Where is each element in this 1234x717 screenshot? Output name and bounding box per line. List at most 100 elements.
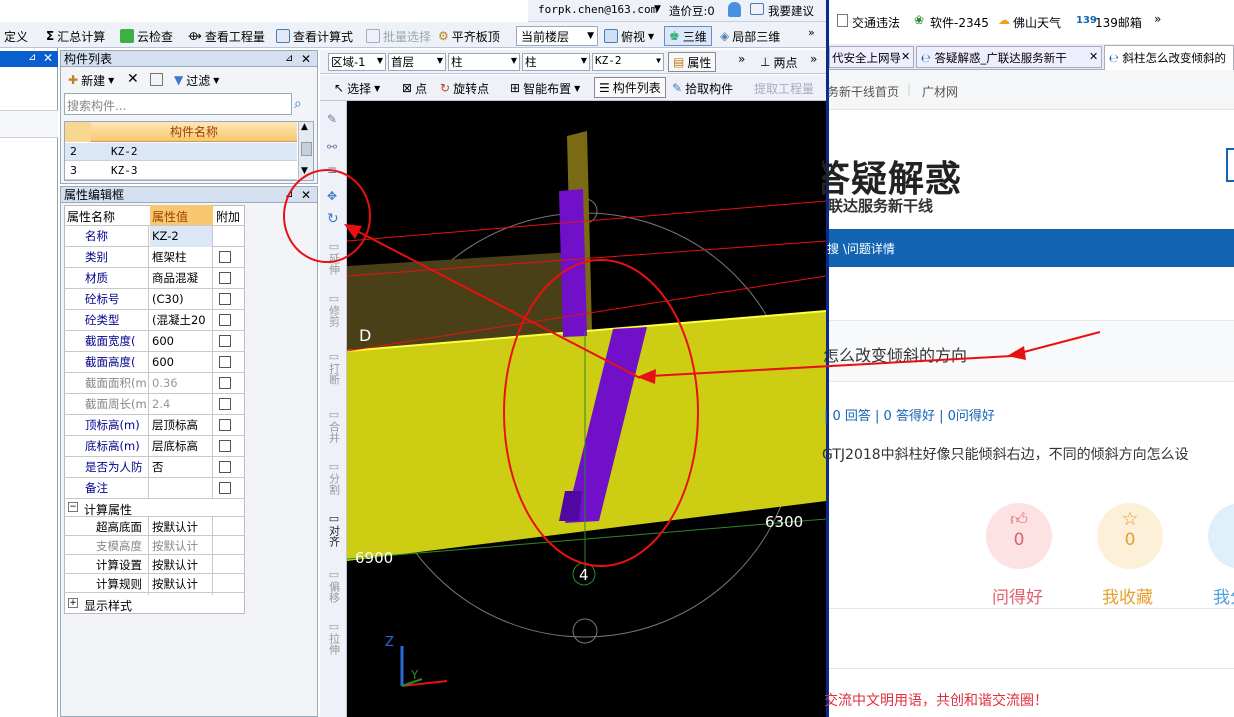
close-icon[interactable]: ✕ (1089, 50, 1098, 63)
three-d-button[interactable]: ♚ 三维 (664, 26, 712, 46)
nav-home-link[interactable]: 务新干线首页 (827, 83, 899, 100)
bookmarks-overflow-icon[interactable]: » (1154, 12, 1161, 26)
property-row[interactable]: 类别 框架柱 (64, 247, 245, 268)
link-icon[interactable]: ⚯ (327, 140, 337, 154)
component-scrollbar[interactable]: ▲ ▼ (298, 122, 313, 180)
property-row[interactable]: 砼类型 (混凝土20 (64, 310, 245, 331)
property-value[interactable]: 层底标高 (150, 436, 213, 457)
like-button[interactable]: 👍︎ 0 (986, 503, 1052, 569)
new-component-button[interactable]: ✚ 新建 ▼ (64, 68, 118, 92)
table-row[interactable]: 2 KZ-2 (65, 143, 297, 161)
account-dropdown-icon[interactable]: ▼ (654, 4, 661, 14)
display-group-row[interactable]: + 显示样式 (64, 594, 245, 614)
collapse-icon[interactable]: − (68, 502, 78, 512)
select-button[interactable]: ↖ 选择 ▼ (330, 76, 384, 100)
property-value[interactable]: (C30) (150, 289, 213, 310)
pick-component-button[interactable]: ✎ 拾取构件 (668, 76, 737, 100)
bookmark-software[interactable]: 软件-2345 (930, 14, 989, 31)
current-floor-select[interactable]: 当前楼层 ▼ (516, 26, 598, 46)
view-formula-button[interactable]: 查看计算式 (272, 24, 357, 48)
calc-property-value[interactable]: 按默认计 (150, 555, 213, 576)
extra-checkbox[interactable] (219, 440, 231, 452)
property-value[interactable]: 0.36 (150, 373, 213, 394)
property-value[interactable]: (混凝土20 (150, 310, 213, 331)
table-row[interactable]: 3 KZ-3 (65, 162, 297, 180)
property-value[interactable]: 600 (150, 331, 213, 352)
property-row[interactable]: 顶标高(m) 层顶标高 (64, 415, 245, 436)
calc-group-row[interactable]: − 计算属性 (64, 499, 245, 517)
favorite-label[interactable]: 我收藏 (1102, 583, 1153, 608)
view-quantity-button[interactable]: ⟴ 查看工程量 (184, 24, 269, 48)
local-3d-button[interactable]: ◈ 局部三维 (716, 24, 784, 48)
calc-property-row[interactable]: 计算设置 按默认计 (64, 555, 245, 576)
property-row[interactable]: 名称 KZ-2 (64, 226, 245, 247)
side-tool-button[interactable]: ▭ 拉伸 (325, 620, 343, 655)
suggest-link[interactable]: 我要建议 (768, 3, 814, 19)
calc-property-row[interactable]: 计算规则 按默认计 (64, 574, 245, 595)
property-value[interactable]: 层顶标高 (150, 415, 213, 436)
search-box-edge[interactable] (1226, 148, 1234, 182)
close-icon[interactable]: ✕ (43, 51, 53, 65)
property-row[interactable]: 材质 商品混凝 (64, 268, 245, 289)
pin-icon[interactable]: ⊿ (285, 51, 293, 67)
floor-select[interactable]: 首层 ▼ (388, 53, 446, 71)
side-tool-button[interactable]: ▭ 偏移 (325, 568, 343, 603)
bookmark-traffic[interactable]: 交通违法 (852, 14, 900, 31)
filter-button[interactable]: ▼ 过滤 ▼ (170, 68, 223, 92)
cloud-check-button[interactable]: 云检查 (116, 24, 177, 48)
extra-checkbox[interactable] (219, 419, 231, 431)
breadcrumb[interactable]: 搜 \问题详情 (827, 240, 895, 257)
define-button[interactable]: 定义 (0, 24, 32, 48)
property-row[interactable]: 备注 (64, 478, 245, 499)
search-icon[interactable]: ⌕ (294, 96, 302, 112)
component-list-button[interactable]: ☰ 构件列表 (594, 77, 666, 98)
expand-icon[interactable]: + (68, 598, 78, 608)
bell-icon[interactable] (728, 2, 741, 17)
batch-select-button[interactable]: 批量选择 (362, 24, 435, 48)
browser-tab-active[interactable]: ℮ 斜柱怎么改变倾斜的 (1104, 45, 1234, 70)
extra-checkbox[interactable] (219, 251, 231, 263)
top-view-button[interactable]: 俯视 ▼ (600, 24, 658, 48)
toolbar-overflow-icon[interactable]: » (810, 52, 817, 66)
property-row[interactable]: 底标高(m) 层底标高 (64, 436, 245, 457)
side-tool-button[interactable]: ▭ 分割 (325, 460, 343, 495)
rotate-icon[interactable]: ↻ (327, 211, 339, 227)
brush-icon[interactable]: ✎ (327, 112, 337, 126)
pin-icon[interactable]: ⊿ (28, 52, 36, 63)
extra-checkbox[interactable] (219, 461, 231, 473)
extra-checkbox[interactable] (219, 398, 231, 410)
side-tool-button[interactable]: ▭ 合并 (325, 408, 343, 443)
property-value[interactable]: 600 (150, 352, 213, 373)
smart-layout-button[interactable]: ⊞ 智能布置 ▼ (506, 76, 584, 100)
nav-material-link[interactable]: 广材网 (922, 83, 958, 100)
component-search-input[interactable]: 搜索构件... (64, 93, 292, 115)
property-row[interactable]: 是否为人防否 (64, 457, 245, 478)
browser-tab[interactable]: ℮ 答疑解惑_广联达服务新干 (916, 46, 1102, 68)
suggest-icon[interactable] (750, 3, 764, 15)
property-value[interactable]: 2.4 (150, 394, 213, 415)
move-icon[interactable]: ✥ (327, 189, 337, 203)
type2-select[interactable]: 柱 ▼ (522, 53, 590, 71)
extra-checkbox[interactable] (219, 272, 231, 284)
calc-property-row[interactable]: 超高底面 按默认计 (64, 517, 245, 538)
property-value[interactable]: 商品混凝 (150, 268, 213, 289)
side-tool-button[interactable]: ▭ 延伸 (325, 240, 343, 275)
property-value[interactable]: KZ-2 (150, 226, 213, 247)
property-row[interactable]: 截面面积(m 0.36 (64, 373, 245, 394)
extra-checkbox[interactable] (219, 335, 231, 347)
scroll-thumb[interactable] (301, 142, 312, 156)
calc-property-row[interactable]: 支模高度 按默认计 (64, 536, 245, 557)
calc-property-value[interactable]: 按默认计 (150, 574, 213, 595)
toolbar-overflow-icon[interactable]: » (808, 26, 815, 39)
side-tool-button[interactable]: ▭ 修剪 (325, 292, 343, 327)
property-row[interactable]: 截面高度(600 (64, 352, 245, 373)
scroll-down-icon[interactable]: ▼ (301, 166, 308, 176)
extract-qty-button[interactable]: 提取工程量 (750, 76, 826, 100)
copy-icon[interactable] (150, 73, 163, 86)
component-select[interactable]: KZ-2 ▼ (592, 53, 664, 71)
close-icon[interactable]: ✕ (301, 187, 311, 203)
extra-checkbox[interactable] (219, 356, 231, 368)
extra-checkbox[interactable] (219, 314, 231, 326)
share-label[interactable]: 我分 (1213, 583, 1234, 608)
rotate-point-button[interactable]: ↻ 旋转点 (436, 76, 493, 100)
